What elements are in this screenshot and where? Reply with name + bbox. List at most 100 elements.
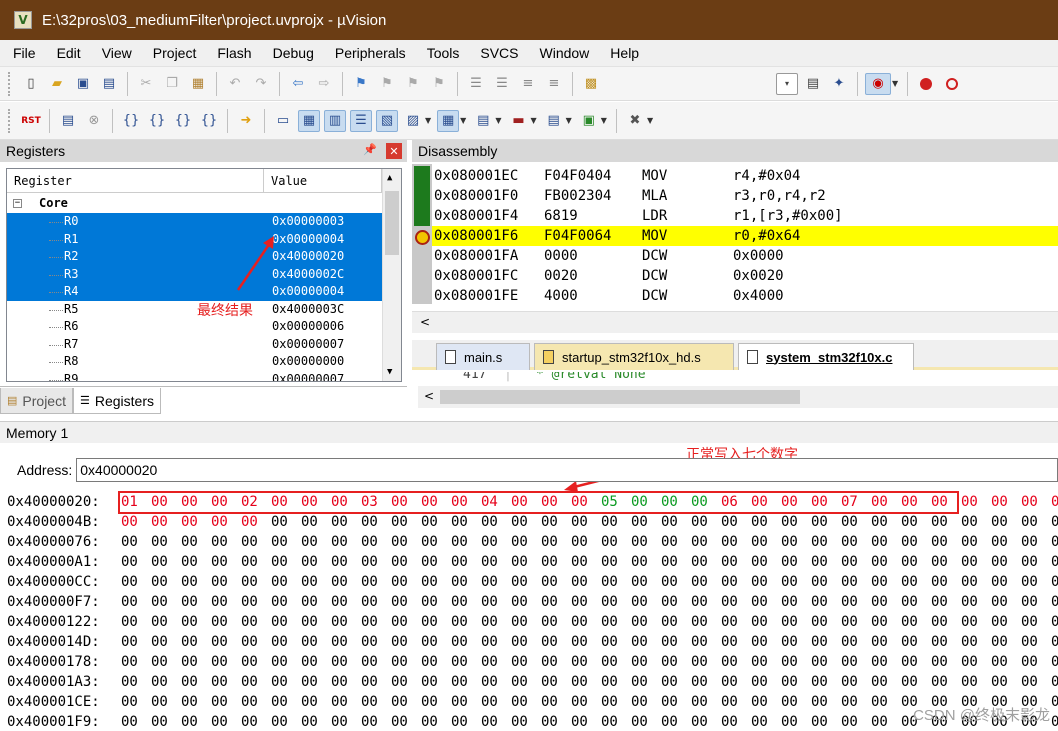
register-value[interactable]: 0x00000004	[272, 231, 344, 249]
memory-byte[interactable]: 00	[151, 612, 168, 632]
memory-byte[interactable]: 00	[541, 532, 558, 552]
save-all-icon[interactable]: ▤	[98, 73, 120, 95]
memory-byte[interactable]: 00	[331, 632, 348, 652]
menu-peripherals[interactable]: Peripherals	[322, 45, 414, 61]
memory-byte[interactable]: 00	[631, 532, 648, 552]
tab-project[interactable]: ▤ Project	[0, 388, 73, 414]
memory-byte[interactable]: 00	[241, 592, 258, 612]
memory-byte[interactable]: 00	[811, 612, 828, 632]
memory-row[interactable]: 0x40000076: 00 00 00 00 00 00 00 00 00 00 00 00 00 00 0…	[7, 532, 1058, 552]
memory-byte[interactable]: 00	[151, 512, 168, 532]
memory-byte[interactable]: 00	[601, 672, 618, 692]
memory-byte[interactable]: 00	[871, 632, 888, 652]
registers-vertical-scrollbar[interactable]: ▲ ▼	[382, 169, 401, 381]
menu-tools[interactable]: Tools	[414, 45, 468, 61]
menu-flash[interactable]: Flash	[204, 45, 259, 61]
memory-window-icon[interactable]: ▦	[437, 109, 460, 132]
memory-byte[interactable]: 00	[391, 552, 408, 572]
toolbox-icon[interactable]: ✖	[624, 110, 646, 132]
register-row-r3[interactable]: R3 0x4000002C	[7, 265, 382, 284]
memory-byte[interactable]: 00	[301, 672, 318, 692]
memory-byte[interactable]: 00	[1051, 492, 1058, 512]
memory-byte[interactable]: 00	[1021, 552, 1038, 572]
memory-byte[interactable]: 00	[1051, 512, 1058, 532]
memory-byte[interactable]: 00	[901, 672, 918, 692]
register-value[interactable]: 0x40000020	[272, 248, 344, 266]
register-value[interactable]: 0x00000004	[272, 283, 344, 301]
insert-breakpoint-icon[interactable]	[915, 73, 937, 95]
find-dropdown-icon[interactable]: ▾	[776, 72, 798, 95]
memory-byte[interactable]: 00	[991, 492, 1008, 512]
memory-byte[interactable]: 00	[751, 592, 768, 612]
run-to-cursor-icon[interactable]: {}	[198, 110, 220, 132]
memory-byte[interactable]: 00	[901, 652, 918, 672]
chevron-down-icon[interactable]: ▼	[495, 116, 501, 125]
memory-byte[interactable]: 00	[751, 572, 768, 592]
memory-byte[interactable]: 00	[1051, 652, 1058, 672]
memory-byte[interactable]: 00	[391, 592, 408, 612]
memory-byte[interactable]: 00	[181, 612, 198, 632]
memory-byte[interactable]: 00	[631, 592, 648, 612]
memory-byte[interactable]: 00	[301, 632, 318, 652]
copy-icon[interactable]: ❐	[161, 73, 183, 95]
memory-byte[interactable]: 00	[931, 632, 948, 652]
memory-row[interactable]: 0x400000CC: 00 00 00 00 00 00 00 00 00 00 00 00 00 00 0…	[7, 572, 1058, 592]
memory-byte[interactable]: 00	[991, 572, 1008, 592]
memory-byte[interactable]: 00	[1051, 672, 1058, 692]
column-value[interactable]: Value	[264, 169, 382, 193]
memory-byte[interactable]: 00	[391, 632, 408, 652]
memory-byte[interactable]: 00	[811, 672, 828, 692]
memory-byte[interactable]: 00	[751, 652, 768, 672]
memory-byte[interactable]: 00	[1021, 532, 1038, 552]
memory-byte[interactable]: 00	[511, 672, 528, 692]
memory-byte[interactable]: 00	[571, 632, 588, 652]
memory-byte[interactable]: 00	[961, 512, 978, 532]
memory-byte[interactable]: 00	[241, 712, 258, 731]
step-into-icon[interactable]: {}	[120, 110, 142, 132]
memory-byte[interactable]: 00	[511, 692, 528, 712]
memory-byte[interactable]: 00	[211, 612, 228, 632]
memory-byte[interactable]: 00	[781, 632, 798, 652]
toolbar-grip[interactable]	[8, 71, 12, 96]
memory-byte[interactable]: 00	[841, 572, 858, 592]
memory-byte[interactable]: 00	[301, 692, 318, 712]
memory-byte[interactable]: 00	[631, 512, 648, 532]
memory-byte[interactable]: 00	[331, 532, 348, 552]
memory-byte[interactable]: 00	[811, 552, 828, 572]
memory-byte[interactable]: 00	[121, 612, 138, 632]
memory-byte[interactable]: 00	[841, 532, 858, 552]
menu-project[interactable]: Project	[140, 45, 205, 61]
memory-byte[interactable]: 00	[331, 592, 348, 612]
register-value[interactable]: 0x00000007	[272, 336, 344, 354]
scroll-up-icon[interactable]: ▲	[387, 173, 392, 183]
memory-byte[interactable]: 00	[571, 672, 588, 692]
memory-byte[interactable]: 00	[121, 632, 138, 652]
memory-byte[interactable]: 00	[991, 532, 1008, 552]
memory-byte[interactable]: 00	[871, 512, 888, 532]
register-row-r7[interactable]: R7 0x00000007	[7, 336, 382, 354]
register-value[interactable]: 0x00000003	[272, 213, 344, 231]
memory-byte[interactable]: 00	[421, 632, 438, 652]
register-value[interactable]: 0x4000002C	[272, 266, 344, 284]
memory-byte[interactable]: 00	[961, 652, 978, 672]
stop-icon[interactable]: ⊗	[83, 110, 105, 132]
memory-byte[interactable]: 00	[181, 632, 198, 652]
close-icon[interactable]: ✕	[386, 143, 402, 159]
memory-byte[interactable]: 00	[241, 672, 258, 692]
memory-byte[interactable]: 00	[721, 512, 738, 532]
memory-byte[interactable]: 00	[631, 552, 648, 572]
bookmark-icon[interactable]: ⚑	[350, 73, 372, 95]
memory-byte[interactable]: 00	[721, 672, 738, 692]
disassembly-window-icon[interactable]: ▦	[298, 109, 320, 132]
memory-byte[interactable]: 00	[481, 552, 498, 572]
memory-byte[interactable]: 00	[541, 592, 558, 612]
memory-byte[interactable]: 00	[121, 712, 138, 731]
memory-byte[interactable]: 00	[781, 532, 798, 552]
memory-byte[interactable]: 00	[721, 592, 738, 612]
memory-byte[interactable]: 00	[691, 692, 708, 712]
memory-byte[interactable]: 00	[241, 652, 258, 672]
memory-byte[interactable]: 00	[901, 512, 918, 532]
memory-byte[interactable]: 00	[481, 572, 498, 592]
memory-byte[interactable]: 00	[721, 632, 738, 652]
memory-byte[interactable]: 00	[571, 512, 588, 532]
